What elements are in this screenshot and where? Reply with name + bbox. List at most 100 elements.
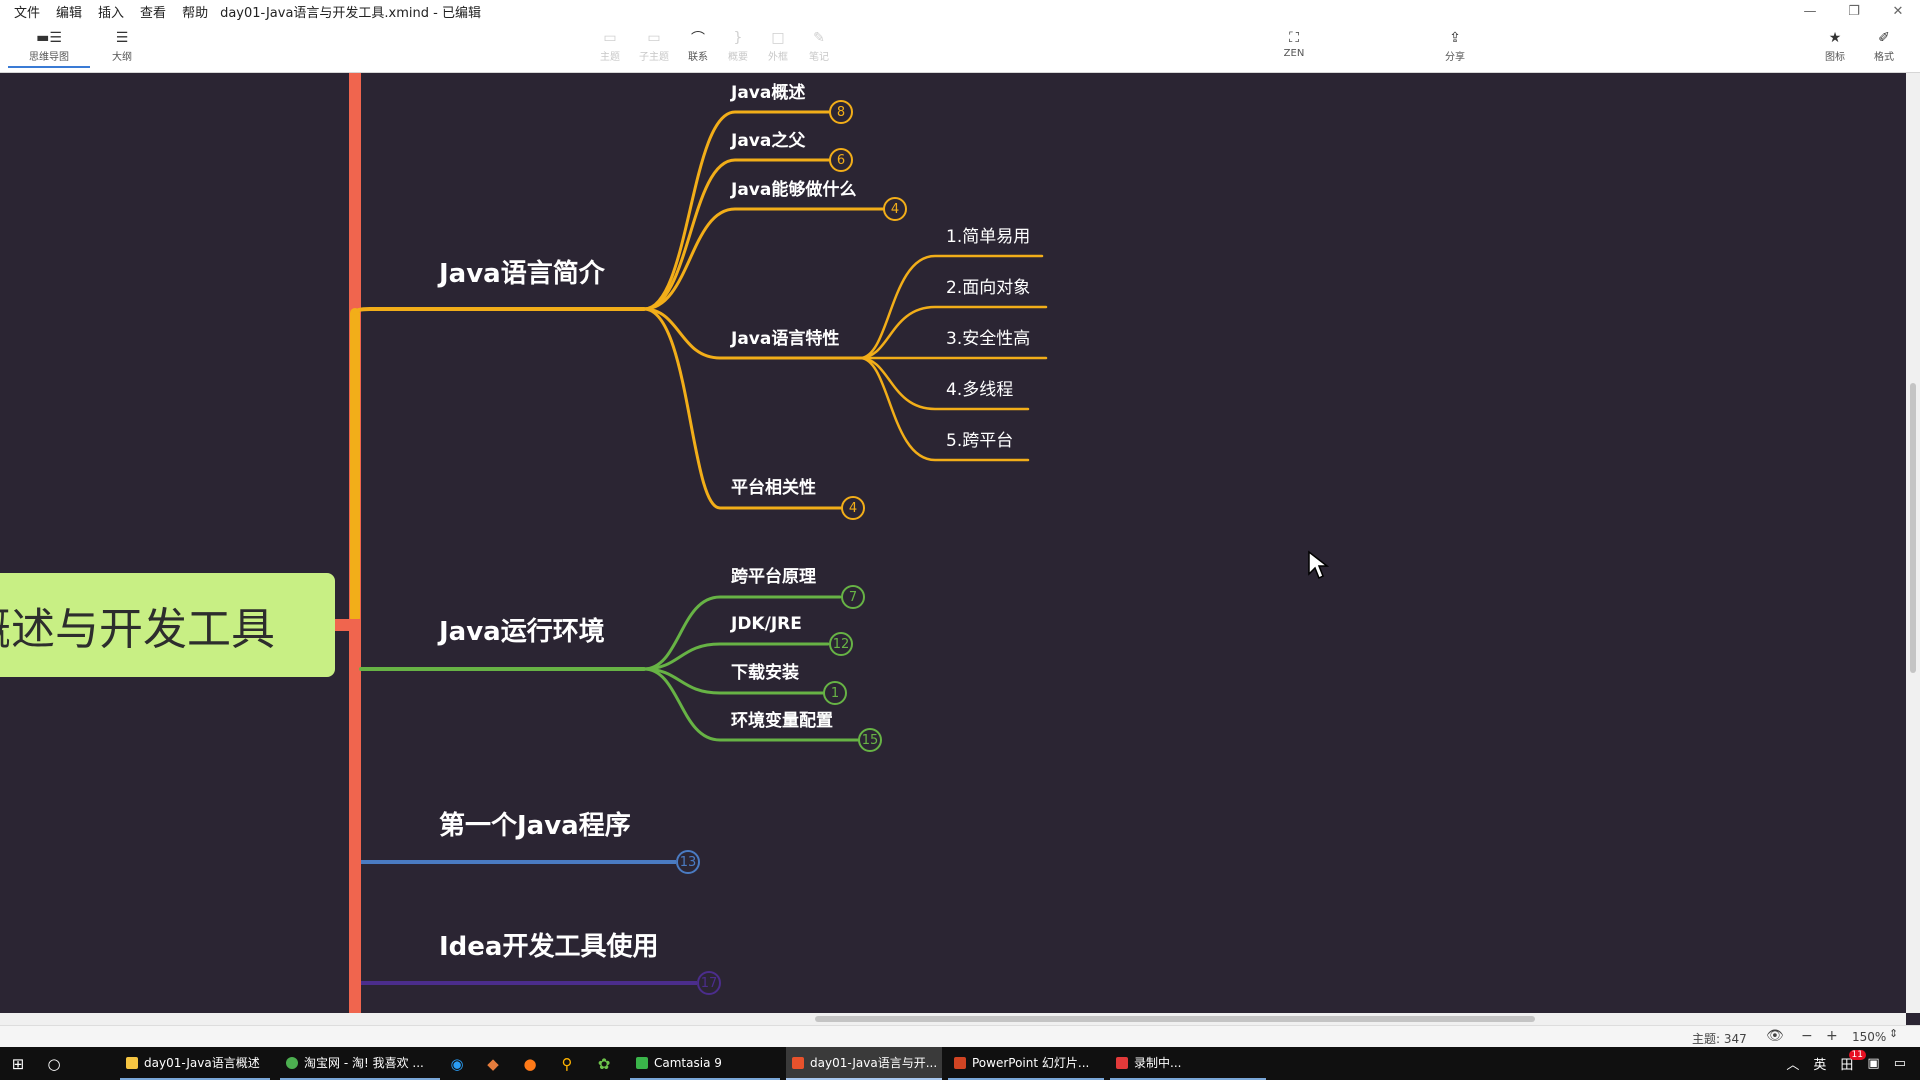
menu-insert[interactable]: 插入 [90,2,132,21]
mindmap-icon: ▬☰ [36,30,62,46]
collapsed-count-badge[interactable]: 17 [697,971,721,995]
topic-java-intro[interactable]: Java语言简介 [439,261,605,287]
topic-env-variables[interactable]: 环境变量配置 [731,713,833,730]
notification-count-badge: 11 [1848,1050,1866,1060]
collapsed-count-badge[interactable]: 6 [829,148,853,172]
boundary-icon: □ [771,30,785,46]
camtasia-icon [636,1056,648,1069]
relationship-button[interactable]: ⌒ 联系 [676,28,720,68]
input-language[interactable]: 英 [1813,1054,1826,1073]
menu-edit[interactable]: 编辑 [48,2,90,21]
share-button[interactable]: ⇪ 分享 [1433,28,1477,68]
summary-icon: } [733,30,743,46]
windows-start-icon[interactable]: ⊞ [8,1054,28,1074]
subtopic-label: 子主题 [639,52,669,63]
topic-feature-crossplatform[interactable]: 5.跨平台 [946,433,1013,450]
collapsed-count-badge[interactable]: 4 [841,496,865,520]
zoom-in-button[interactable]: + [1826,1028,1838,1044]
status-bar: 主题: 347 👁 − + 150% ⇕ [0,1025,1920,1047]
format-panel-button[interactable]: ✐ 格式 [1862,28,1906,68]
taskbar-app-xmind[interactable]: day01-Java语言与开... [786,1047,942,1080]
collapsed-count-badge[interactable]: 7 [841,585,865,609]
brush-icon: ✐ [1878,30,1890,46]
zoom-level[interactable]: 150% [1852,1030,1886,1044]
pin-app-icon[interactable]: ◆ [483,1054,503,1074]
mindmap-view-button[interactable]: ▬☰ 思维导图 [8,28,90,68]
menu-help[interactable]: 帮助 [174,2,216,21]
summary-button[interactable]: } 概要 [716,28,760,68]
eye-icon[interactable]: 👁 [1766,1028,1784,1044]
xmind-icon [792,1056,804,1069]
collapsed-count-badge[interactable]: 12 [829,632,853,656]
notes-button[interactable]: ✎ 笔记 [797,28,841,68]
central-topic[interactable]: 概述与开发工具 [0,573,335,677]
browser-icon [286,1056,298,1069]
zen-label: ZEN [1283,48,1305,59]
taskbar-app-powerpoint[interactable]: PowerPoint 幻灯片... [948,1047,1104,1080]
horizontal-scrollbar[interactable] [0,1013,1906,1025]
minimize-button[interactable]: — [1788,0,1832,22]
collapsed-count-badge[interactable]: 15 [858,728,882,752]
restore-button[interactable]: ❐ [1832,0,1876,22]
taskbar-app-recorder[interactable]: 录制中... [1110,1047,1266,1080]
collapsed-count-badge[interactable]: 13 [676,850,700,874]
notes-label: 笔记 [809,52,829,63]
firefox-icon[interactable]: ● [520,1054,540,1074]
outline-view-button[interactable]: ☰ 大纲 [100,28,144,68]
topic-crossplatform-principle[interactable]: 跨平台原理 [731,569,816,586]
topic-java-uses[interactable]: Java能够做什么 [731,182,856,199]
topic-feature-simple[interactable]: 1.简单易用 [946,229,1030,246]
vertical-scroll-thumb[interactable] [1910,383,1916,673]
icons-panel-button[interactable]: ★ 图标 [1813,28,1857,68]
collapsed-count-badge[interactable]: 8 [829,100,853,124]
topic-jdk-jre[interactable]: JDK/JRE [731,616,802,633]
topic-idea-usage[interactable]: Idea开发工具使用 [439,934,658,960]
topic-java-overview[interactable]: Java概述 [731,85,805,102]
powerpoint-icon [954,1056,966,1069]
mindmap-canvas[interactable]: 概述与开发工具 Java语言简介 Java概述 8 Java之父 6 Java能… [0,73,1906,1013]
game-app-icon[interactable]: ✿ [594,1054,614,1074]
topic-feature-secure[interactable]: 3.安全性高 [946,331,1030,348]
horizontal-scroll-thumb[interactable] [815,1016,1535,1022]
topic-platform-dependence[interactable]: 平台相关性 [731,480,816,497]
window-controls: — ❐ ✕ [1788,0,1920,22]
taskbar-app-camtasia[interactable]: Camtasia 9 [630,1047,780,1080]
collapsed-count-badge[interactable]: 1 [823,681,847,705]
boundary-button[interactable]: □ 外框 [756,28,800,68]
close-button[interactable]: ✕ [1876,0,1920,22]
topic-first-program[interactable]: 第一个Java程序 [439,813,631,839]
share-icon: ⇪ [1449,30,1461,46]
topic-button[interactable]: ▭ 主题 [588,28,632,68]
topic-feature-oop[interactable]: 2.面向对象 [946,280,1030,297]
topic-feature-multithread[interactable]: 4.多线程 [946,382,1013,399]
menu-view[interactable]: 查看 [132,2,174,21]
topic-java-father[interactable]: Java之父 [731,133,805,150]
relationship-label: 联系 [688,52,708,63]
zoom-stepper-icon[interactable]: ⇕ [1889,1027,1898,1040]
app-header: 文件 编辑 插入 查看 帮助 day01-Java语言与开发工具.xmind -… [0,0,1920,73]
qq-icon[interactable]: ◉ [447,1054,467,1074]
chevron-up-icon[interactable]: ︿ [1786,1054,1799,1073]
subtopic-button[interactable]: ▭ 子主题 [632,28,676,68]
taskbar-app-folder[interactable]: day01-Java语言概述 [120,1047,270,1080]
star-icon: ★ [1828,30,1842,46]
topic-icon: ▭ [603,30,617,46]
vertical-scrollbar[interactable] [1906,73,1920,1013]
zen-button[interactable]: ⛶ ZEN [1272,28,1316,68]
action-center-icon[interactable]: ▭ [1894,1056,1906,1071]
topic-label: 主题 [600,52,620,63]
topic-java-features[interactable]: Java语言特性 [731,331,839,348]
outline-view-label: 大纲 [112,52,132,63]
notes-icon: ✎ [813,30,825,46]
collapsed-count-badge[interactable]: 4 [883,197,907,221]
taskbar-app-browser[interactable]: 淘宝网 - 淘! 我喜欢 ... [280,1047,440,1080]
boundary-label: 外框 [768,52,788,63]
search-tool-icon[interactable]: ⚲ [557,1054,577,1074]
notification-center-icon[interactable]: ▣ [1867,1056,1879,1071]
topic-java-runtime[interactable]: Java运行环境 [439,619,605,645]
menu-file[interactable]: 文件 [0,2,48,21]
taskbar-app-label: 淘宝网 - 淘! 我喜欢 ... [304,1056,424,1070]
zoom-out-button[interactable]: − [1801,1028,1813,1044]
cortana-search-icon[interactable]: ○ [44,1054,64,1074]
topic-download-install[interactable]: 下载安装 [731,665,799,682]
